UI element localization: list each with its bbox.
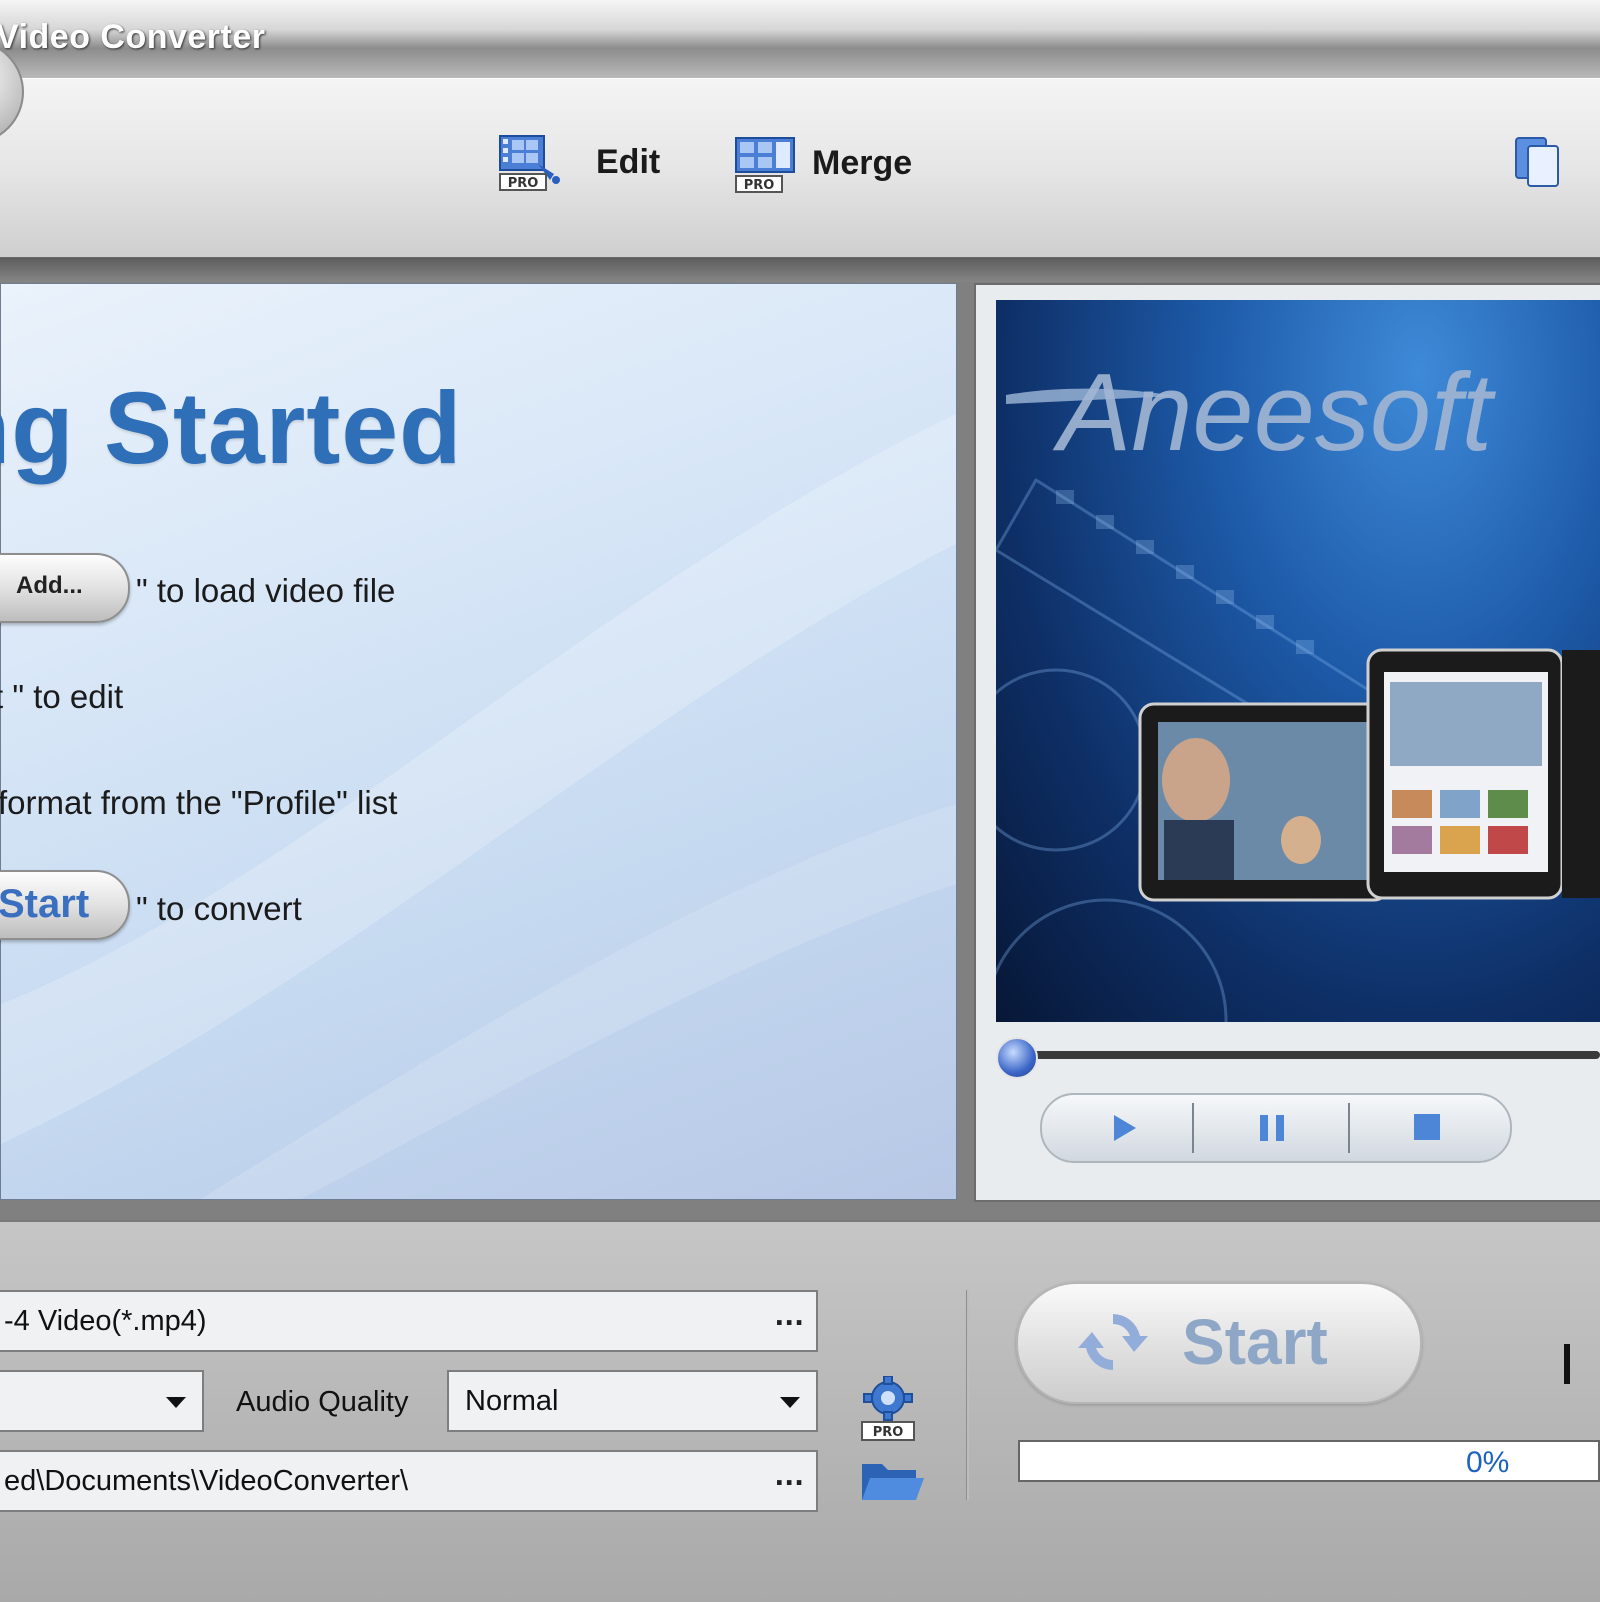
preview-artwork: Aneesoft bbox=[996, 351, 1600, 1022]
film-edit-icon: PRO bbox=[499, 135, 560, 191]
bottom-divider bbox=[966, 1290, 969, 1500]
chevron-down-icon bbox=[780, 1397, 800, 1408]
progress-percent: 0% bbox=[1466, 1446, 1510, 1479]
window-title: Video Converter bbox=[0, 18, 266, 56]
pause-icon[interactable] bbox=[1252, 1111, 1292, 1145]
getting-started-title: ng Started bbox=[0, 371, 463, 485]
edit-label[interactable]: Edit bbox=[596, 143, 660, 182]
edge-marker bbox=[1564, 1344, 1570, 1384]
pro-badge: PRO bbox=[744, 178, 775, 193]
start-button-label[interactable]: Start bbox=[1182, 1305, 1328, 1379]
tablet-right bbox=[1366, 648, 1564, 900]
open-folder-icon[interactable] bbox=[860, 1456, 926, 1504]
step-4-text: " to convert bbox=[136, 890, 302, 927]
merge-button[interactable]: PRO bbox=[734, 136, 796, 198]
chevron-down-icon bbox=[166, 1397, 186, 1408]
add-button-label[interactable]: Add... bbox=[16, 572, 83, 600]
edit-button[interactable]: PRO bbox=[498, 134, 560, 196]
merge-label[interactable]: Merge bbox=[812, 144, 912, 183]
pro-badge: PRO bbox=[873, 1425, 904, 1440]
clipboard-icon[interactable] bbox=[1514, 134, 1564, 190]
audio-quality-value: Normal bbox=[465, 1385, 559, 1417]
video-preview: Aneesoft bbox=[996, 300, 1600, 1022]
convert-refresh-icon bbox=[1078, 1314, 1148, 1370]
start-hint-label[interactable]: Start bbox=[0, 882, 89, 927]
divider bbox=[1348, 1103, 1350, 1153]
video-quality-select[interactable] bbox=[0, 1370, 204, 1432]
aneesoft-logo: Aneesoft bbox=[1052, 351, 1497, 474]
stop-icon[interactable] bbox=[1408, 1111, 1448, 1145]
progress-bar bbox=[1018, 1440, 1600, 1482]
audio-quality-select[interactable]: Normal bbox=[447, 1370, 818, 1432]
profile-value: -4 Video(*.mp4) bbox=[4, 1305, 207, 1337]
settings-gear-icon[interactable]: PRO bbox=[858, 1376, 918, 1442]
step-3-text: format from the "Profile" list bbox=[0, 784, 398, 821]
separator bbox=[0, 258, 1600, 282]
seek-bar-handle[interactable] bbox=[996, 1037, 1038, 1079]
step-1-text: " to load video file bbox=[136, 572, 396, 609]
profile-browse-button[interactable]: ... bbox=[774, 1302, 804, 1332]
player-controls bbox=[1040, 1093, 1512, 1163]
film-merge-icon: PRO bbox=[735, 137, 795, 193]
pro-badge: PRO bbox=[508, 176, 539, 191]
folder-browse-button[interactable]: ... bbox=[774, 1462, 804, 1492]
tablet-left bbox=[1138, 702, 1390, 902]
play-icon[interactable] bbox=[1102, 1111, 1142, 1145]
toolbar bbox=[0, 78, 1600, 259]
output-folder-field[interactable]: ed\Documents\VideoConverter\ ... bbox=[0, 1450, 818, 1512]
profile-field[interactable]: -4 Video(*.mp4) ... bbox=[0, 1290, 818, 1352]
audio-quality-label: Audio Quality bbox=[236, 1386, 409, 1418]
divider bbox=[1192, 1103, 1194, 1153]
output-folder-value: ed\Documents\VideoConverter\ bbox=[4, 1465, 409, 1497]
step-2-text: t " to edit bbox=[0, 678, 124, 715]
seek-bar-track[interactable] bbox=[1002, 1051, 1600, 1059]
